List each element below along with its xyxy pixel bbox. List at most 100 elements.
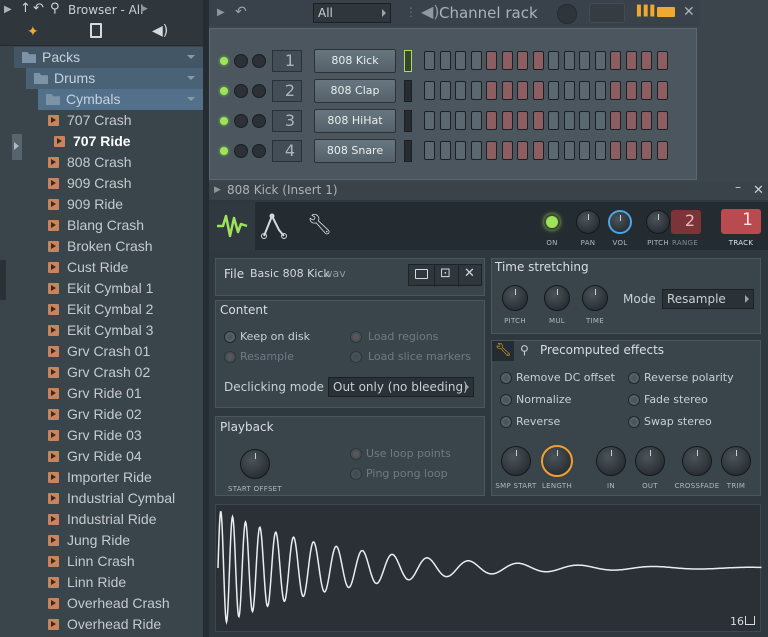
search-icon[interactable]: ⚲: [50, 1, 60, 16]
on-toggle[interactable]: [544, 214, 560, 230]
step-button[interactable]: [594, 141, 606, 160]
graph-icon[interactable]: ▌▌▌: [637, 6, 658, 17]
step-button[interactable]: [563, 81, 575, 100]
normalize-radio[interactable]: [500, 394, 512, 406]
file-item[interactable]: Grv Ride 02: [48, 404, 142, 425]
file-item[interactable]: 707 Crash: [48, 110, 132, 131]
resample-radio[interactable]: [224, 351, 236, 363]
channel-mute-led[interactable]: [220, 117, 228, 125]
step-button[interactable]: [656, 111, 668, 130]
step-button[interactable]: [486, 51, 497, 70]
file-item[interactable]: Linn Crash: [48, 551, 135, 572]
step-button[interactable]: [548, 81, 559, 100]
step-button[interactable]: [486, 141, 497, 160]
channel-name-button[interactable]: 808 Clap: [314, 79, 396, 103]
step-button[interactable]: [579, 141, 590, 160]
channel-pan-knob[interactable]: [234, 54, 248, 68]
browser-scrollbar[interactable]: [0, 260, 6, 300]
channel-select[interactable]: [404, 50, 412, 72]
step-button[interactable]: [625, 111, 637, 130]
channel-select[interactable]: [404, 80, 412, 102]
swap-stereo-radio[interactable]: [628, 416, 640, 428]
folder-item[interactable]: Packs: [22, 47, 80, 68]
channel-vol-knob[interactable]: [252, 114, 266, 128]
file-item[interactable]: Blang Crash: [48, 215, 144, 236]
pitch-knob[interactable]: [646, 210, 670, 234]
step-button[interactable]: [656, 141, 668, 160]
menu-arrow-icon[interactable]: ▶: [4, 4, 12, 15]
file-icon[interactable]: [90, 23, 102, 38]
file-item[interactable]: Grv Ride 04: [48, 446, 142, 467]
file-item[interactable]: Broken Crash: [48, 236, 153, 257]
start-offset-knob[interactable]: [240, 449, 270, 479]
minimize-icon[interactable]: –: [735, 180, 741, 194]
file-item[interactable]: Overhead Ride: [48, 614, 161, 635]
mul-knob[interactable]: [544, 285, 570, 311]
channel-select[interactable]: [404, 140, 412, 162]
tree-expand-handle[interactable]: [12, 134, 22, 160]
step-button[interactable]: [563, 111, 575, 130]
file-item[interactable]: 808 Crash: [48, 152, 132, 173]
crossfade-knob[interactable]: [682, 446, 712, 476]
channel-name-button[interactable]: 808 Snare: [314, 139, 396, 163]
waveform-tray-icon[interactable]: [745, 616, 755, 625]
step-button[interactable]: [563, 51, 575, 70]
step-button[interactable]: [439, 141, 451, 160]
channel-track-number[interactable]: 3: [272, 110, 302, 132]
file-item[interactable]: 707 Ride: [54, 131, 131, 152]
file-item[interactable]: Ekit Cymbal 3: [48, 320, 153, 341]
channel-name-button[interactable]: 808 HiHat: [314, 109, 396, 133]
ping-pong-loop-radio[interactable]: [350, 468, 362, 480]
channel-vol-knob[interactable]: [252, 144, 266, 158]
file-edit-icon[interactable]: ⊡: [440, 266, 451, 281]
undo-icon[interactable]: ↶: [235, 4, 247, 20]
file-item[interactable]: Grv Ride 01: [48, 383, 142, 404]
step-button[interactable]: [424, 51, 435, 70]
channel-track-number[interactable]: 1: [272, 50, 302, 72]
swing-knob[interactable]: [557, 4, 577, 24]
step-button[interactable]: [470, 81, 482, 100]
use-loop-points-radio[interactable]: [350, 448, 362, 460]
remove-dc-offset-radio[interactable]: [500, 372, 512, 384]
step-button[interactable]: [517, 81, 528, 100]
step-button[interactable]: [439, 111, 451, 130]
file-item[interactable]: 909 Crash: [48, 173, 132, 194]
length-knob[interactable]: [541, 445, 573, 477]
file-item[interactable]: Linn Ride: [48, 572, 126, 593]
step-button[interactable]: [424, 81, 435, 100]
file-item[interactable]: Industrial Cymbal: [48, 488, 175, 509]
rack-menu-icon[interactable]: ▶: [217, 7, 225, 18]
step-button[interactable]: [656, 81, 668, 100]
chevron-right-icon[interactable]: ▶: [141, 4, 148, 14]
track-display[interactable]: 1: [721, 209, 761, 234]
step-button[interactable]: [517, 141, 528, 160]
file-name[interactable]: Basic 808 Kick: [250, 267, 330, 280]
step-button[interactable]: [625, 51, 637, 70]
step-button[interactable]: [501, 141, 513, 160]
step-button[interactable]: [579, 111, 590, 130]
step-button[interactable]: [610, 141, 621, 160]
declicking-mode-dropdown[interactable]: Out only (no bleeding): [328, 377, 474, 397]
wrench-icon[interactable]: 🔧︎: [492, 341, 514, 361]
in-knob[interactable]: [596, 446, 626, 476]
step-button[interactable]: [424, 141, 435, 160]
channel-track-number[interactable]: 4: [272, 140, 302, 162]
waveform-display[interactable]: 16: [215, 504, 762, 632]
reverse-radio[interactable]: [500, 416, 512, 428]
step-button[interactable]: [501, 81, 513, 100]
step-button[interactable]: [486, 111, 497, 130]
step-button[interactable]: [455, 141, 466, 160]
step-button[interactable]: [455, 111, 466, 130]
channel-mute-led[interactable]: [220, 147, 228, 155]
step-button[interactable]: [579, 81, 590, 100]
step-button[interactable]: [548, 51, 559, 70]
step-button[interactable]: [532, 81, 544, 100]
step-button[interactable]: [517, 51, 528, 70]
step-button[interactable]: [656, 51, 668, 70]
step-button[interactable]: [548, 141, 559, 160]
keep-on-disk-radio[interactable]: [224, 331, 236, 343]
file-item[interactable]: Ekit Cymbal 1: [48, 278, 153, 299]
step-button[interactable]: [470, 111, 482, 130]
folder-item[interactable]: Cymbals: [46, 89, 120, 110]
channel-vol-knob[interactable]: [252, 84, 266, 98]
